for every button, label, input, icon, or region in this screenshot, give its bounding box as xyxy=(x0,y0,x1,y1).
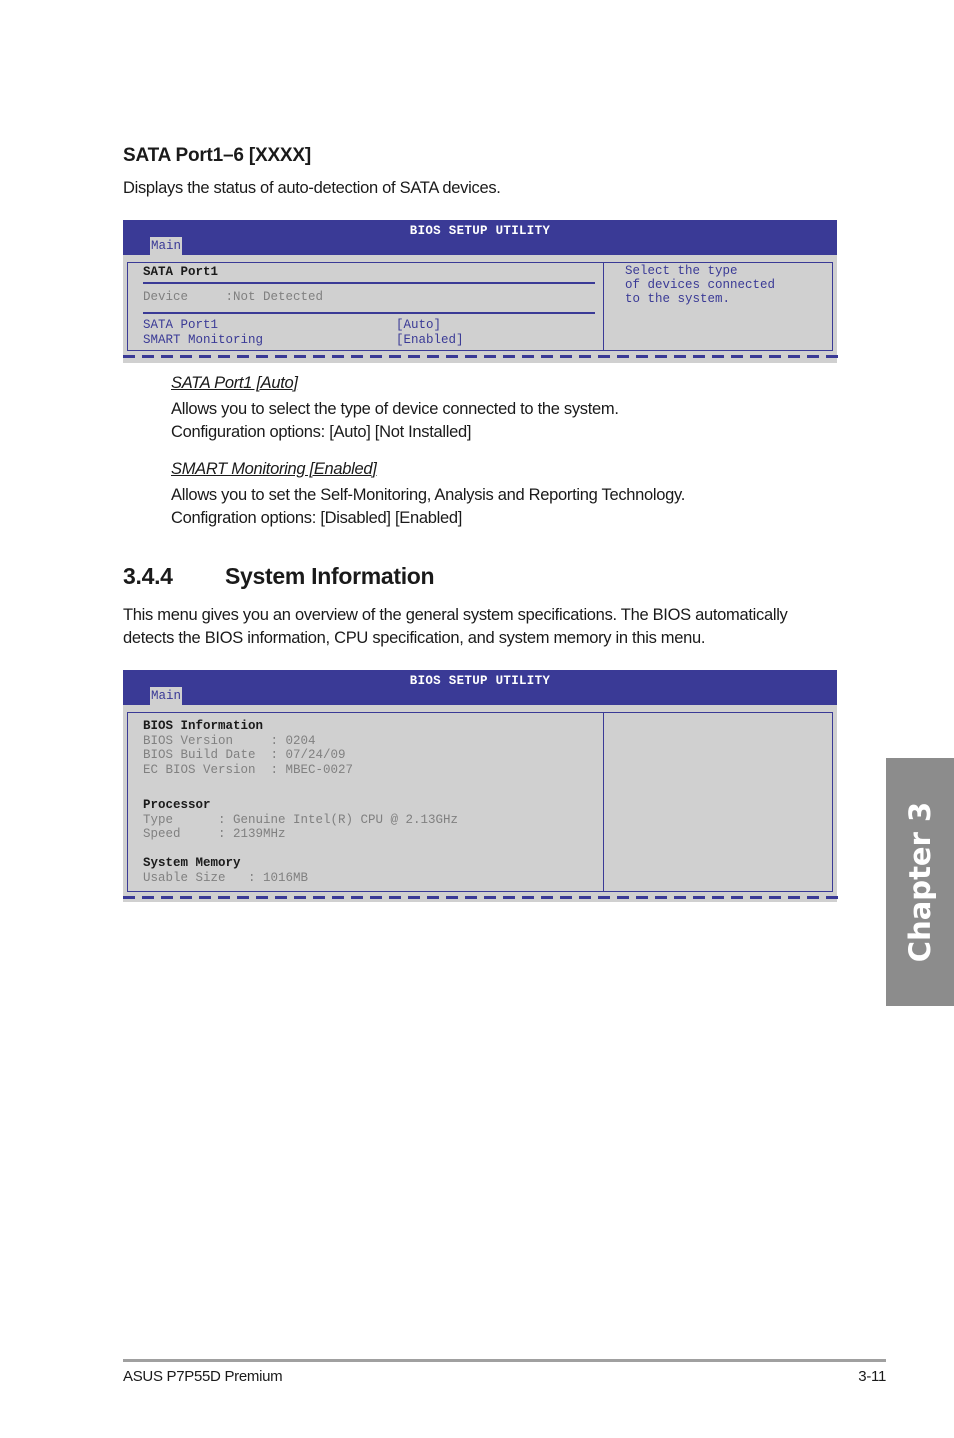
bios-info-group: BIOS Information BIOS Version : 0204 BIO… xyxy=(143,719,353,777)
panel-divider xyxy=(603,713,604,891)
option-title-sata-port1: SATA Port1 [Auto] xyxy=(171,374,298,392)
tab-main[interactable]: Main xyxy=(150,237,183,255)
dashed-border xyxy=(123,896,841,899)
setting-value[interactable]: [Auto] xyxy=(396,318,441,333)
separator xyxy=(143,282,595,284)
group-heading: System Memory xyxy=(143,856,241,870)
bios-title: BIOS SETUP UTILITY xyxy=(409,224,551,238)
info-row: BIOS Build Date : 07/24/09 xyxy=(143,748,346,762)
bios-panel: SATA Port1 Device :Not Detected SATA Por… xyxy=(127,262,833,351)
chapter-tab: Chapter 3 xyxy=(886,758,954,1006)
help-line: of devices connected xyxy=(625,278,776,292)
bios-panel: BIOS Information BIOS Version : 0204 BIO… xyxy=(127,712,833,892)
section-name: System Information xyxy=(225,563,435,589)
option-line: Allows you to set the Self-Monitoring, A… xyxy=(171,486,686,504)
footer-page-number: 3-11 xyxy=(858,1368,886,1385)
option-description: Allows you to select the type of device … xyxy=(171,398,619,444)
setting-label: SATA Port1 xyxy=(143,318,219,332)
setting-value[interactable]: [Enabled] xyxy=(396,333,464,348)
description-line: This menu gives you an overview of the g… xyxy=(123,606,788,624)
help-line: to the system. xyxy=(625,292,731,306)
sata-port-description: Displays the status of auto-detection of… xyxy=(123,179,501,197)
bios-title: BIOS SETUP UTILITY xyxy=(409,674,551,688)
panel-divider xyxy=(603,263,604,350)
setting-label: SMART Monitoring xyxy=(143,333,264,347)
description-line: detects the BIOS information, CPU specif… xyxy=(123,629,706,647)
sata-port-heading: SATA Port1–6 [XXXX] xyxy=(123,145,311,166)
bios-screen-sata: BIOS SETUP UTILITY Main SATA Port1 Devic… xyxy=(123,220,841,363)
option-description: Allows you to set the Self-Monitoring, A… xyxy=(171,484,685,530)
bios-screen-system-info: BIOS SETUP UTILITY Main BIOS Information… xyxy=(123,670,841,902)
section-number: 3.4.4 xyxy=(123,563,173,589)
footer-rule xyxy=(123,1359,886,1362)
section-title: 3.4.4 System Information xyxy=(123,563,435,590)
info-row: Usable Size : 1016MB xyxy=(143,870,309,885)
info-row: Type : Genuine Intel(R) CPU @ 2.13GHz xyxy=(143,812,459,827)
separator xyxy=(143,312,595,314)
option-line: Configuration options: [Auto] [Not Insta… xyxy=(171,423,472,441)
option-line: Configration options: [Disabled] [Enable… xyxy=(171,509,463,527)
option-title-smart-monitoring: SMART Monitoring [Enabled] xyxy=(171,460,377,478)
panel-title: SATA Port1 xyxy=(143,265,219,279)
chapter-label: Chapter 3 xyxy=(903,801,937,963)
footer-product: ASUS P7P55D Premium xyxy=(123,1368,283,1385)
bios-title-bar: BIOS SETUP UTILITY Main xyxy=(123,670,837,705)
section-description: This menu gives you an overview of the g… xyxy=(123,604,788,650)
memory-group: System Memory Usable Size : 1016MB xyxy=(143,856,308,885)
help-line: Select the type xyxy=(625,264,738,278)
info-row: Speed : 2139MHz xyxy=(143,827,286,841)
option-line: Allows you to select the type of device … xyxy=(171,400,619,418)
help-text: Select the type of devices connected to … xyxy=(625,264,775,307)
info-row: EC BIOS Version : MBEC-0027 xyxy=(143,762,354,777)
group-heading: BIOS Information xyxy=(143,719,264,733)
device-status: Device :Not Detected xyxy=(143,290,324,304)
dashed-border xyxy=(123,355,841,358)
tab-main[interactable]: Main xyxy=(150,687,183,705)
info-row: BIOS Version : 0204 xyxy=(143,733,316,748)
processor-group: Processor Type : Genuine Intel(R) CPU @ … xyxy=(143,798,458,842)
group-heading: Processor xyxy=(143,798,211,812)
bios-title-bar: BIOS SETUP UTILITY Main xyxy=(123,220,837,255)
